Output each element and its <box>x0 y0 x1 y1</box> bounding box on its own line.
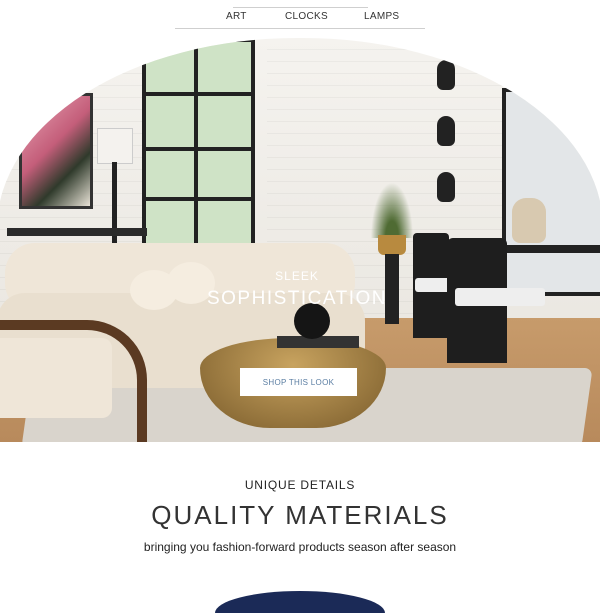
plant <box>369 178 415 238</box>
lamp-shade <box>97 128 133 164</box>
window-right <box>502 88 600 296</box>
armchair-frame <box>0 320 147 442</box>
shop-this-look-button[interactable]: SHOP THIS LOOK <box>240 368 357 396</box>
details-title: QUALITY MATERIALS <box>151 500 449 530</box>
console-table <box>7 228 147 236</box>
wall-sculptures <box>437 60 455 210</box>
hero-title: SOPHISTICATION <box>206 288 388 309</box>
top-nav: ART CLOCKS LAMPS <box>175 0 425 29</box>
nav-link-clocks[interactable]: CLOCKS <box>285 11 328 22</box>
nav-link-art[interactable]: ART <box>226 11 247 22</box>
details-subtitle: bringing you fashion-forward products se… <box>143 540 457 554</box>
vase <box>512 198 546 243</box>
plant-pot <box>378 235 406 255</box>
next-section-image-edge <box>215 591 385 613</box>
nav-link-lamps[interactable]: LAMPS <box>364 11 399 22</box>
wall-art <box>19 93 93 209</box>
window <box>142 38 255 251</box>
details-kicker: UNIQUE DETAILS <box>244 478 356 492</box>
hero-kicker: SLEEK <box>275 269 319 283</box>
nav-divider <box>233 7 368 8</box>
dining-table <box>497 245 600 253</box>
hero-banner: SLEEK SOPHISTICATION SHOP THIS LOOK <box>0 38 600 442</box>
